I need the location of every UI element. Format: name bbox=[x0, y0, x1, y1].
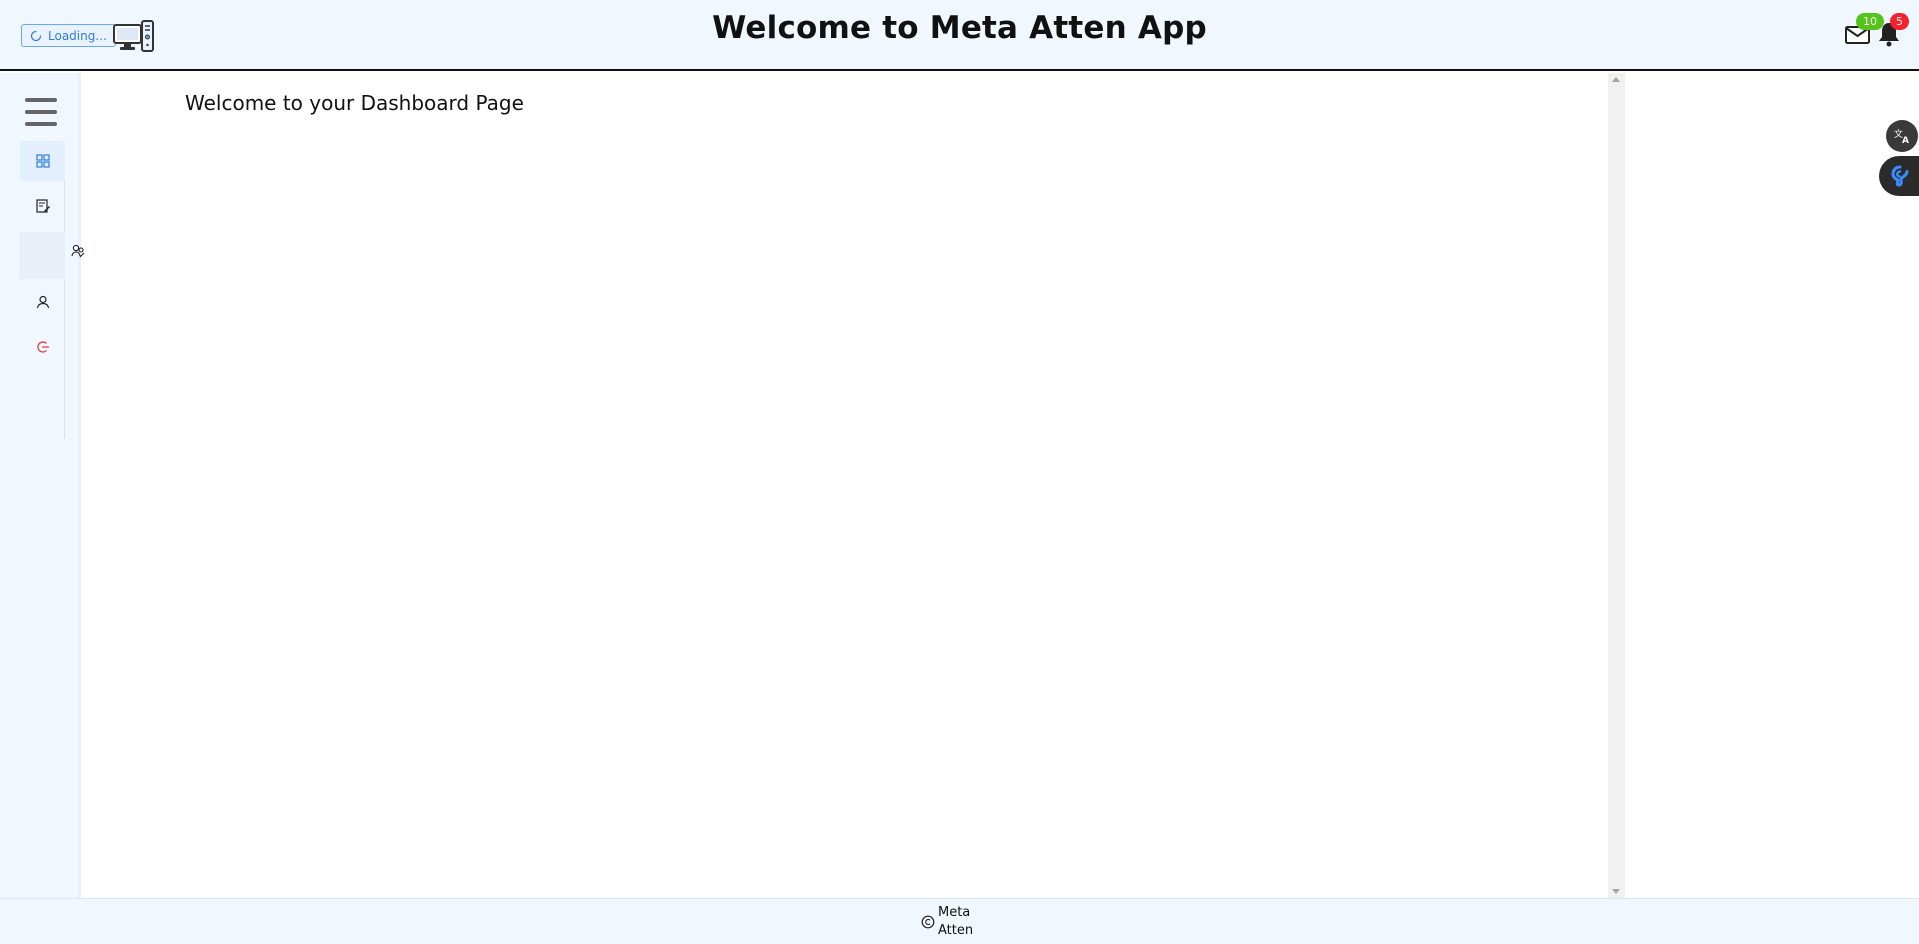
sidebar-menu bbox=[19, 141, 65, 439]
sidebar-item-dashboard[interactable] bbox=[20, 141, 65, 181]
user-icon bbox=[36, 295, 49, 309]
vertical-scrollbar[interactable] bbox=[1608, 73, 1625, 898]
notification-count-badge: 5 bbox=[1890, 13, 1909, 30]
app-header: Loading... Welcome to Meta Atten App 10 … bbox=[0, 0, 1919, 71]
accessibility-icon bbox=[1891, 165, 1909, 187]
translate-button[interactable]: 文 A bbox=[1886, 120, 1918, 152]
svg-text:A: A bbox=[1902, 136, 1909, 146]
sidebar-item-logout[interactable] bbox=[20, 327, 65, 367]
app-title: Welcome to Meta Atten App bbox=[712, 10, 1207, 46]
copyright-icon bbox=[921, 915, 935, 929]
sidebar-item-profile[interactable] bbox=[20, 282, 65, 322]
dashboard-icon bbox=[35, 154, 50, 168]
users-icon[interactable] bbox=[71, 244, 85, 258]
menu-toggle-icon[interactable] bbox=[25, 98, 57, 128]
translate-icon: 文 A bbox=[1894, 128, 1909, 146]
page-title: Welcome to your Dashboard Page bbox=[185, 91, 524, 115]
sidebar-item-edit[interactable] bbox=[20, 186, 65, 226]
main-content: Welcome to your Dashboard Page bbox=[86, 73, 1608, 898]
scroll-down-icon[interactable] bbox=[1612, 889, 1620, 894]
accessibility-button[interactable] bbox=[1879, 156, 1919, 196]
app-footer: Meta Atten bbox=[0, 898, 1919, 944]
sidebar bbox=[0, 73, 85, 898]
edit-document-icon bbox=[35, 199, 50, 213]
logout-icon bbox=[36, 341, 49, 353]
footer-text: Meta Atten bbox=[938, 905, 974, 938]
scroll-up-icon[interactable] bbox=[1612, 77, 1620, 82]
sidebar-item-users[interactable] bbox=[19, 232, 65, 279]
